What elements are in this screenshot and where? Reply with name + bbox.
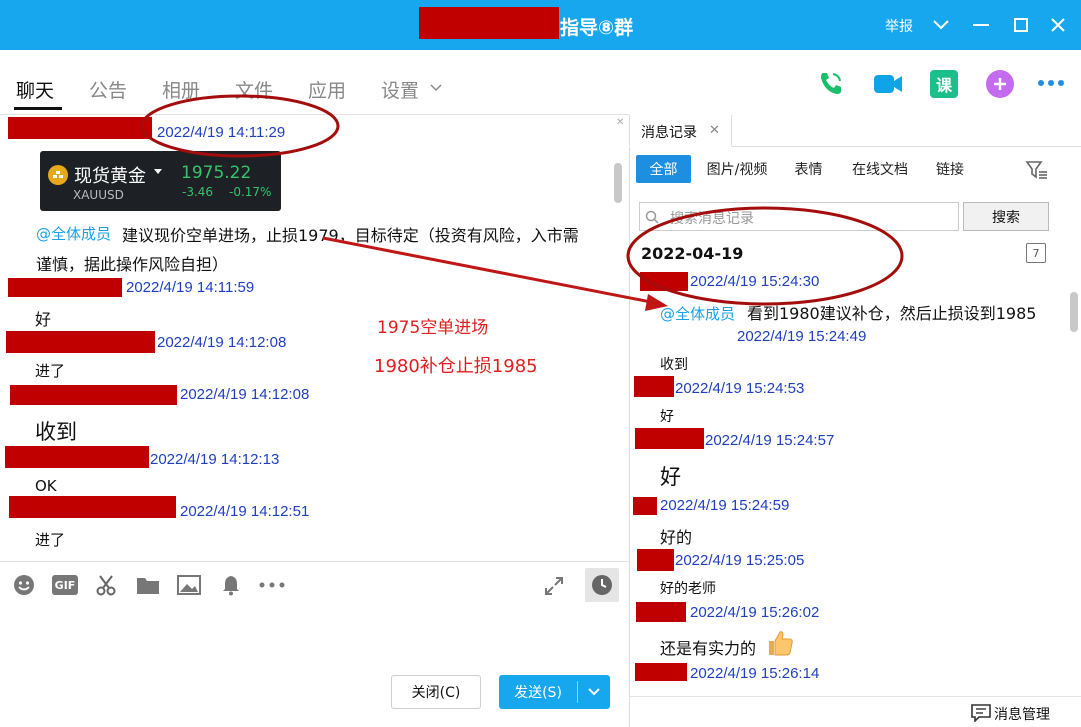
annotation-ellipse bbox=[626, 206, 904, 306]
annotation-arrowhead bbox=[645, 294, 668, 311]
annotation-arrow bbox=[322, 236, 657, 305]
annotation-overlay bbox=[140, 94, 904, 311]
annotation-ellipse bbox=[140, 94, 340, 158]
